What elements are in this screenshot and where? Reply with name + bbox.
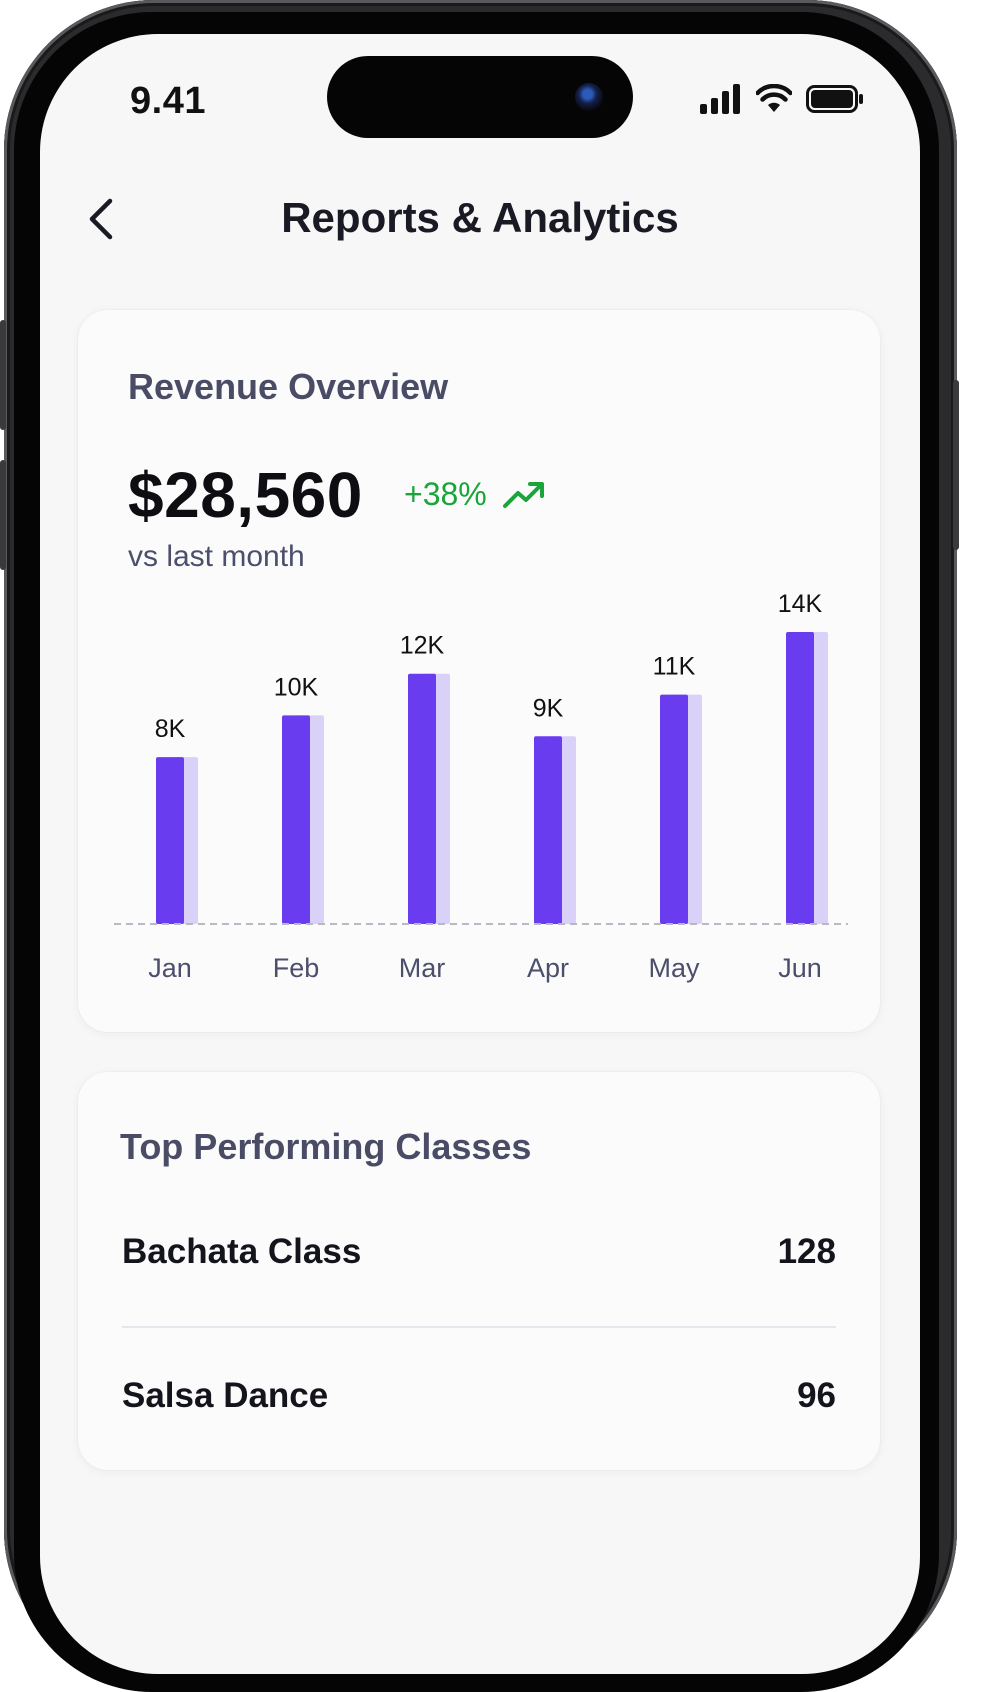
class-divider: [122, 1326, 836, 1328]
top-classes-heading: Top Performing Classes: [120, 1126, 532, 1167]
nav-bar: Reports & Analytics: [40, 184, 920, 254]
chart-bar-may[interactable]: [660, 694, 688, 924]
x-axis-label: Apr: [527, 953, 569, 983]
bar-value-label: 11K: [653, 653, 696, 681]
class-name: Salsa Dance: [122, 1376, 329, 1415]
status-time: 9.41: [130, 80, 206, 122]
phone-side-button: [0, 320, 6, 430]
x-axis-label: Mar: [399, 953, 446, 983]
x-axis-label: Jun: [778, 953, 822, 983]
chart-bar-feb[interactable]: [282, 715, 310, 924]
top-classes-card: Top Performing Classes Bachata Class 128…: [78, 1072, 880, 1470]
bar-value-label: 14K: [778, 590, 823, 618]
chart-bar-jun[interactable]: [786, 632, 814, 924]
camera-icon: [575, 83, 603, 111]
bar-value-label: 8K: [155, 715, 186, 743]
class-name: Bachata Class: [122, 1232, 362, 1271]
x-axis-label: Jan: [148, 953, 192, 983]
status-icons: [700, 84, 864, 114]
x-axis-label: May: [648, 953, 700, 983]
dynamic-island: [327, 56, 633, 138]
class-row[interactable]: Salsa Dance 96: [122, 1356, 836, 1436]
revenue-bar-chart: 8K Jan 10K Feb 12K Mar 9K Apr 11K May 14K Jun: [114, 590, 848, 983]
x-axis-label: Feb: [273, 953, 320, 983]
phone-side-button: [953, 380, 959, 550]
class-count: 96: [797, 1376, 836, 1415]
app-screen: 9.41 Reports & Analytics Revenue Overvie…: [40, 34, 920, 1674]
bar-value-label: 10K: [274, 673, 319, 701]
class-count: 128: [777, 1232, 836, 1271]
bar-value-label: 9K: [533, 694, 564, 722]
status-bar: 9.41: [40, 34, 920, 154]
bar-value-label: 12K: [400, 632, 445, 660]
chart-bar-jan[interactable]: [156, 757, 184, 924]
page-title: Reports & Analytics: [281, 194, 679, 241]
chart-bar-mar[interactable]: [408, 673, 436, 924]
phone-side-button: [0, 460, 6, 570]
chart-bar-apr[interactable]: [534, 736, 562, 924]
wifi-icon: [756, 84, 792, 112]
class-row[interactable]: Bachata Class 128: [122, 1212, 836, 1292]
signal-icon: [700, 84, 740, 114]
battery-icon: [806, 85, 863, 113]
revenue-overview-card: Revenue Overview $28,560 +38% vs last mo…: [78, 310, 880, 1032]
